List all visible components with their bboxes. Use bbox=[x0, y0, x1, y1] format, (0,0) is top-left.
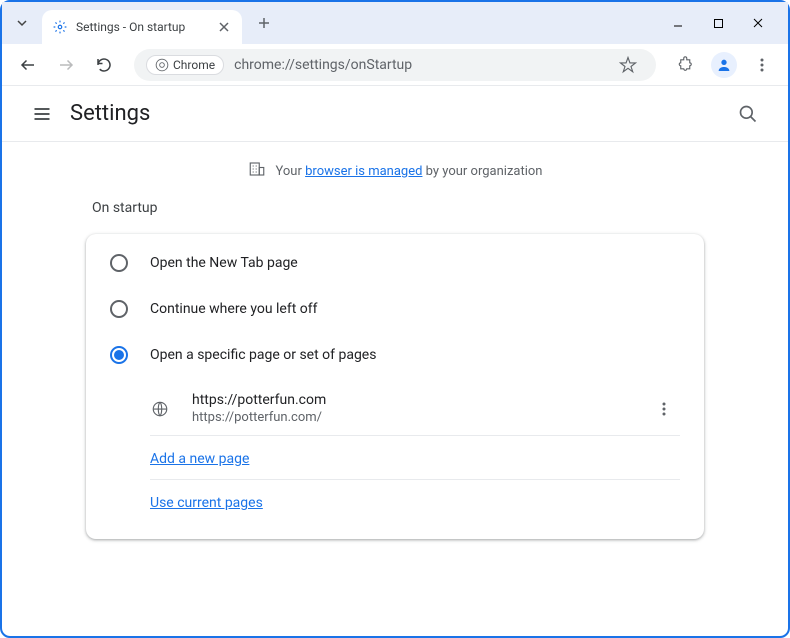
building-icon bbox=[248, 160, 266, 182]
radio-icon bbox=[110, 300, 128, 318]
settings-header: Settings bbox=[2, 86, 788, 142]
browser-tab[interactable]: Settings - On startup bbox=[42, 10, 242, 44]
forward-button[interactable] bbox=[50, 49, 82, 81]
titlebar: Settings - On startup bbox=[2, 2, 788, 44]
page-title: Settings bbox=[70, 101, 150, 126]
page-entry-title: https://potterfun.com bbox=[192, 392, 648, 408]
startup-card: Open the New Tab page Continue where you… bbox=[86, 234, 704, 539]
search-button[interactable] bbox=[728, 94, 768, 134]
use-current-row[interactable]: Use current pages bbox=[86, 480, 704, 523]
page-entry-url: https://potterfun.com/ bbox=[192, 410, 648, 425]
radio-icon bbox=[110, 254, 128, 272]
add-page-row[interactable]: Add a new page bbox=[86, 436, 704, 479]
close-tab-icon[interactable] bbox=[216, 19, 232, 35]
url-text: chrome://settings/onStartup bbox=[234, 57, 612, 73]
radio-continue[interactable]: Continue where you left off bbox=[86, 286, 704, 332]
settings-gear-icon bbox=[52, 19, 68, 35]
managed-link[interactable]: browser is managed bbox=[305, 164, 422, 179]
managed-banner: Your browser is managed by your organiza… bbox=[2, 160, 788, 182]
reload-button[interactable] bbox=[88, 49, 120, 81]
radio-new-tab[interactable]: Open the New Tab page bbox=[86, 240, 704, 286]
radio-icon bbox=[110, 346, 128, 364]
use-current-link: Use current pages bbox=[150, 495, 263, 511]
radio-specific-pages[interactable]: Open a specific page or set of pages bbox=[86, 332, 704, 378]
window-controls bbox=[664, 9, 780, 37]
bookmark-star-icon[interactable] bbox=[612, 49, 644, 81]
chrome-icon bbox=[155, 58, 169, 72]
pages-block: https://potterfun.com https://potterfun.… bbox=[86, 378, 704, 533]
radio-label: Continue where you left off bbox=[150, 301, 318, 317]
chrome-chip: Chrome bbox=[146, 55, 224, 75]
radio-label: Open a specific page or set of pages bbox=[150, 347, 376, 363]
back-button[interactable] bbox=[12, 49, 44, 81]
minimize-button[interactable] bbox=[664, 9, 692, 37]
globe-icon bbox=[150, 399, 170, 419]
tab-title: Settings - On startup bbox=[76, 20, 216, 34]
page-text: https://potterfun.com https://potterfun.… bbox=[192, 392, 648, 425]
managed-text: Your browser is managed by your organiza… bbox=[276, 164, 543, 179]
settings-content: Your browser is managed by your organiza… bbox=[2, 142, 788, 539]
new-tab-button[interactable] bbox=[250, 9, 278, 37]
menu-button[interactable] bbox=[22, 94, 62, 134]
add-page-link: Add a new page bbox=[150, 451, 249, 467]
maximize-button[interactable] bbox=[704, 9, 732, 37]
profile-avatar-button[interactable] bbox=[708, 49, 740, 81]
page-more-button[interactable] bbox=[648, 393, 680, 425]
section-title: On startup bbox=[2, 200, 788, 228]
close-window-button[interactable] bbox=[744, 9, 772, 37]
tabs-dropdown-button[interactable] bbox=[10, 11, 34, 35]
radio-label: Open the New Tab page bbox=[150, 255, 298, 271]
startup-page-entry: https://potterfun.com https://potterfun.… bbox=[86, 382, 704, 435]
extensions-icon[interactable] bbox=[670, 49, 702, 81]
avatar-icon bbox=[711, 52, 737, 78]
browser-toolbar: Chrome chrome://settings/onStartup bbox=[2, 44, 788, 86]
omnibox[interactable]: Chrome chrome://settings/onStartup bbox=[134, 49, 656, 81]
chrome-menu-button[interactable] bbox=[746, 49, 778, 81]
